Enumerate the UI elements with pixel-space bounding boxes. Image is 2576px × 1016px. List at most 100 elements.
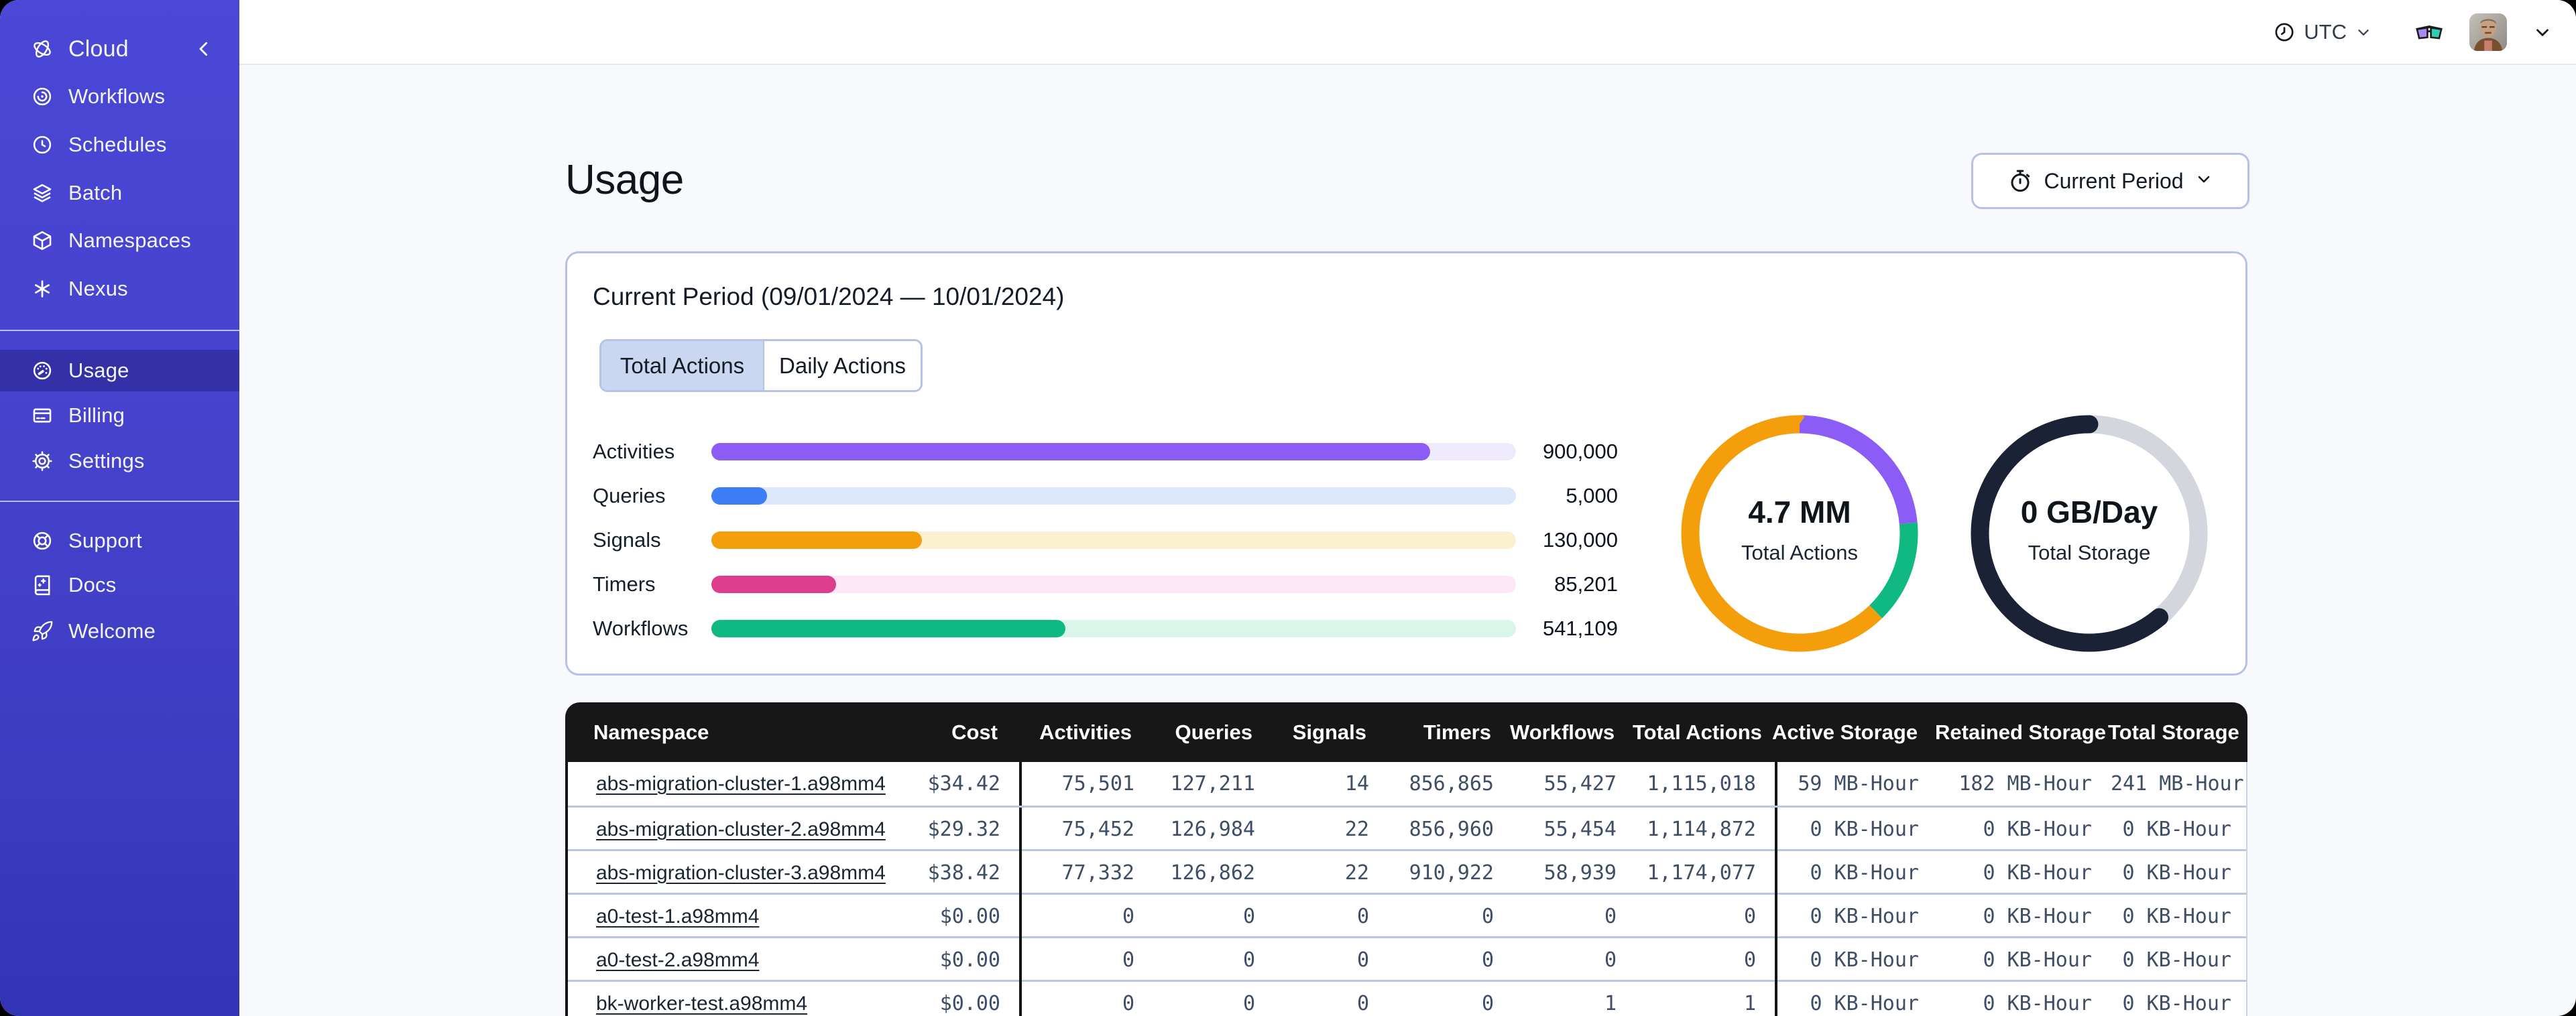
table-cell: 856,865 xyxy=(1409,772,1494,796)
sidebar-item-docs[interactable]: Docs xyxy=(0,564,239,606)
bar-value: 85,201 xyxy=(1554,572,1618,596)
bar-row-activities: Activities 900,000 xyxy=(593,430,1618,474)
chevron-down-icon xyxy=(2194,169,2213,194)
tab-daily-actions[interactable]: Daily Actions xyxy=(763,341,921,390)
sidebar-item-usage[interactable]: Usage xyxy=(0,350,239,391)
namespace-cell: abs-migration-cluster-3.a98mm4 xyxy=(568,862,890,885)
welcome-rocket-icon xyxy=(31,620,54,643)
table-cell: 0 xyxy=(1356,992,1369,1015)
table-cell: 0 xyxy=(1019,982,1153,1016)
table-cell: 0 KB-Hour xyxy=(1775,982,1938,1016)
table-cell: 0 KB-Hour xyxy=(2122,948,2231,972)
column-header-signals: Signals xyxy=(1292,720,1366,744)
sidebar-item-batch[interactable]: Batch xyxy=(0,172,239,214)
namespace-link[interactable]: a0-test-1.a98mm4 xyxy=(596,905,759,928)
nexus-asterisk-icon xyxy=(31,277,54,300)
column-header-queries: Queries xyxy=(1175,720,1252,744)
table-row: abs-migration-cluster-2.a98mm4 $29.32 75,4… xyxy=(568,806,2246,851)
bar-label: Timers xyxy=(593,572,656,596)
sidebar-item-settings[interactable]: Settings xyxy=(0,440,239,482)
table-cell: 910,922 xyxy=(1409,861,1494,885)
docs-book-icon xyxy=(31,574,54,596)
support-lifebuoy-icon xyxy=(31,529,54,552)
namespace-link[interactable]: abs-migration-cluster-2.a98mm4 xyxy=(596,818,886,840)
table-cell: 59 MB-Hour xyxy=(1775,762,1938,806)
namespace-link[interactable]: a0-test-2.a98mm4 xyxy=(596,949,759,971)
usage-card: Current Period (09/01/2024 — 10/01/2024)… xyxy=(565,251,2247,676)
column-header-timers: Timers xyxy=(1423,720,1491,744)
table-cell: 75,501 xyxy=(1019,762,1153,806)
table-cell: 1,115,018 xyxy=(1647,772,1756,796)
donut-value: 0 GB/Day xyxy=(2020,495,2158,529)
table-cell: 0 xyxy=(1019,895,1153,938)
app-window: Cloud Workflows Schedules Batch Namespac… xyxy=(0,0,2576,1016)
tab-total-actions[interactable]: Total Actions xyxy=(601,341,763,390)
namespace-cell: abs-migration-cluster-2.a98mm4 xyxy=(568,818,890,841)
usage-card-title: Current Period (09/01/2024 — 10/01/2024) xyxy=(593,283,1065,310)
column-header-total-actions: Total Actions xyxy=(1633,720,1762,744)
sidebar-brand-label: Cloud xyxy=(68,36,129,62)
bar-value: 900,000 xyxy=(1542,440,1618,463)
table-cell: 126,984 xyxy=(1170,818,1255,841)
sidebar-item-schedules[interactable]: Schedules xyxy=(0,124,239,166)
period-selector-button[interactable]: Current Period xyxy=(1971,153,2249,209)
column-header-namespace: Namespace xyxy=(593,720,709,744)
timezone-selector[interactable]: UTC xyxy=(2273,20,2372,44)
sidebar: Cloud Workflows Schedules Batch Namespac… xyxy=(0,0,239,1016)
table-cell: 22 xyxy=(1344,861,1369,885)
sidebar-item-namespaces[interactable]: Namespaces xyxy=(0,220,239,261)
table-cell: 0 xyxy=(1481,948,1494,972)
column-header-total-storage: Total Storage xyxy=(2108,720,2239,744)
total-actions-donut: 4.7 MM Total Actions xyxy=(1679,413,1920,654)
bar-label: Signals xyxy=(593,528,661,552)
table-cell: 0 KB-Hour xyxy=(1983,818,2092,841)
sidebar-item-support[interactable]: Support xyxy=(0,520,239,562)
table-cell: 182 MB-Hour xyxy=(1958,772,2092,796)
nerd-glasses-icon[interactable] xyxy=(2414,22,2444,42)
table-cell: $0.00 xyxy=(939,905,1000,928)
clock-icon xyxy=(2275,22,2294,42)
bar-label: Activities xyxy=(593,440,675,463)
sidebar-divider xyxy=(0,501,239,502)
bar-fill xyxy=(711,576,836,593)
total-storage-donut: 0 GB/Day Total Storage xyxy=(1969,413,2210,654)
table-row: abs-migration-cluster-3.a98mm4 $38.42 77,3… xyxy=(568,849,2246,895)
sidebar-item-workflows[interactable]: Workflows xyxy=(0,76,239,117)
bar-value: 5,000 xyxy=(1566,484,1618,507)
bar-fill xyxy=(711,487,767,505)
column-header-activities: Activities xyxy=(1039,720,1132,744)
bar-value: 130,000 xyxy=(1542,528,1618,552)
sidebar-item-billing[interactable]: Billing xyxy=(0,395,239,436)
namespace-link[interactable]: abs-migration-cluster-1.a98mm4 xyxy=(596,773,886,795)
namespace-link[interactable]: abs-migration-cluster-3.a98mm4 xyxy=(596,862,886,884)
table-cell: 126,862 xyxy=(1170,861,1255,885)
table-cell: 241 MB-Hour xyxy=(2111,772,2244,796)
chevron-down-icon xyxy=(2358,29,2369,36)
schedules-icon xyxy=(31,133,54,156)
namespace-link[interactable]: bk-worker-test.a98mm4 xyxy=(596,993,807,1015)
table-cell: 0 KB-Hour xyxy=(2122,992,2231,1015)
batch-layers-icon xyxy=(31,182,54,204)
namespace-cell: a0-test-1.a98mm4 xyxy=(568,905,890,928)
column-header-workflows: Workflows xyxy=(1510,720,1615,744)
table-cell: 0 KB-Hour xyxy=(1983,905,2092,928)
table-cell: 1,174,077 xyxy=(1647,861,1756,885)
table-cell: 1,114,872 xyxy=(1647,818,1756,841)
sidebar-collapse-icon[interactable] xyxy=(194,39,214,59)
table-cell: 0 KB-Hour xyxy=(1983,861,2092,885)
chevron-down-icon[interactable] xyxy=(2532,22,2553,42)
table-body: abs-migration-cluster-1.a98mm4 $34.42 75,5… xyxy=(565,762,2247,1016)
sidebar-item-welcome[interactable]: Welcome xyxy=(0,611,239,652)
table-cell: 127,211 xyxy=(1170,772,1255,796)
bar-track xyxy=(711,487,1516,505)
table-cell: $0.00 xyxy=(939,948,1000,972)
avatar[interactable] xyxy=(2469,13,2507,51)
bar-track xyxy=(711,620,1516,637)
bar-fill xyxy=(711,531,923,549)
page-title: Usage xyxy=(565,157,684,203)
table-cell: 22 xyxy=(1344,818,1369,841)
sidebar-item-nexus[interactable]: Nexus xyxy=(0,268,239,310)
table-row: bk-worker-test.a98mm4 $0.00 0 0 0 0 1 1 0 KB-Hou… xyxy=(568,980,2246,1016)
namespace-usage-table: Namespace Cost Activities Queries Signals Tim… xyxy=(565,702,2247,1016)
timezone-label: UTC xyxy=(2304,19,2347,44)
